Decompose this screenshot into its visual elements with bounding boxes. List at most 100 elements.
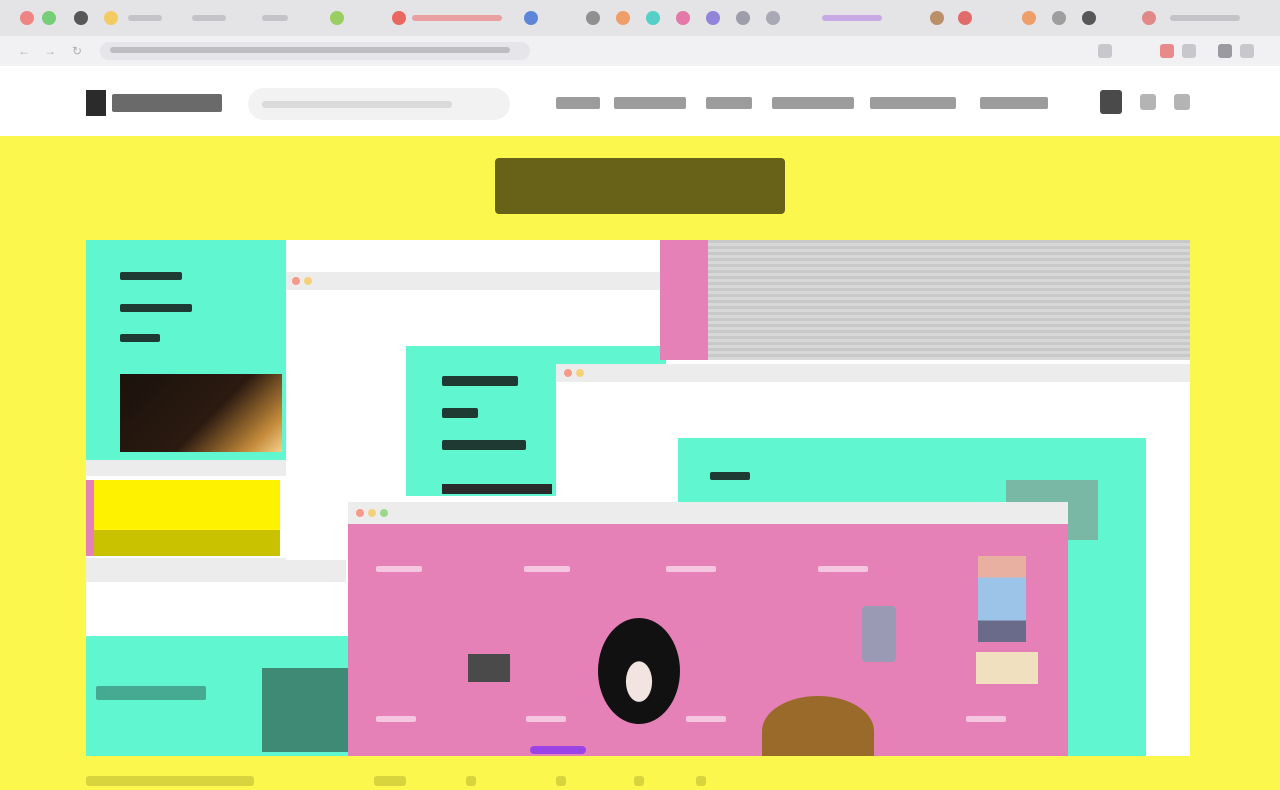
collage-menu-item	[966, 716, 1006, 722]
cart-icon[interactable]	[1100, 90, 1122, 114]
tab-favicon[interactable]	[392, 11, 406, 25]
collage-menu-item	[524, 566, 570, 572]
collage-panel-yellow	[92, 480, 280, 530]
collage-photo	[976, 652, 1038, 684]
close-window-icon[interactable]	[356, 509, 364, 517]
minimize-window-icon[interactable]	[576, 369, 584, 377]
tab-title[interactable]	[128, 15, 162, 21]
logo-mark-icon[interactable]	[86, 90, 106, 116]
browser-menu-icon[interactable]	[1240, 44, 1254, 58]
tab-title[interactable]	[1170, 15, 1240, 21]
tab-favicon[interactable]	[524, 11, 538, 25]
tab-favicon[interactable]	[1022, 11, 1036, 25]
tab-favicon[interactable]	[42, 11, 56, 25]
tab-favicon[interactable]	[1142, 11, 1156, 25]
tab-favicon[interactable]	[930, 11, 944, 25]
banner-heading	[495, 158, 785, 214]
tab-favicon[interactable]	[74, 11, 88, 25]
collage-menu-item	[376, 566, 422, 572]
collage-panel-olive	[92, 530, 280, 556]
user-icon[interactable]	[1140, 94, 1156, 110]
collage-photo	[978, 556, 1026, 642]
search-placeholder	[262, 101, 452, 108]
window-titlebar	[348, 502, 1068, 524]
tab-title[interactable]	[822, 15, 882, 21]
collage-accent-bar	[530, 746, 586, 754]
tab-favicon[interactable]	[330, 11, 344, 25]
tab-title[interactable]	[412, 15, 502, 21]
collage-photo	[862, 606, 896, 662]
nav-link[interactable]	[556, 97, 600, 109]
collage-menu-item	[818, 566, 868, 572]
minimize-window-icon[interactable]	[304, 277, 312, 285]
close-window-icon[interactable]	[292, 277, 300, 285]
tab-favicon[interactable]	[958, 11, 972, 25]
collage-panel-accent	[86, 480, 94, 556]
collage-text	[442, 408, 478, 418]
nav-link[interactable]	[614, 97, 686, 109]
tab-favicon[interactable]	[1052, 11, 1066, 25]
collage-text	[120, 334, 160, 342]
collage-menu-item	[686, 716, 726, 722]
tab-favicon[interactable]	[1082, 11, 1096, 25]
address-bar-url	[110, 47, 510, 53]
window-titlebar	[86, 460, 286, 476]
collage-article-text	[708, 240, 1190, 360]
forward-arrow-icon[interactable]: →	[44, 45, 56, 57]
window-titlebar	[556, 364, 1190, 382]
collage-photo	[262, 668, 352, 752]
collage-text	[442, 440, 526, 450]
tab-favicon[interactable]	[20, 11, 34, 25]
nav-link[interactable]	[772, 97, 854, 109]
extension-icon[interactable]	[1182, 44, 1196, 58]
tab-favicon[interactable]	[646, 11, 660, 25]
reload-icon[interactable]: ↻	[72, 45, 84, 57]
menu-icon[interactable]	[1174, 94, 1190, 110]
tab-title[interactable]	[192, 15, 226, 21]
collage-text	[120, 304, 192, 312]
collage-text	[120, 272, 182, 280]
caption-text	[86, 776, 254, 786]
collage-photo	[762, 696, 874, 756]
window-titlebar	[286, 272, 666, 290]
minimize-window-icon[interactable]	[368, 509, 376, 517]
maximize-window-icon[interactable]	[380, 509, 388, 517]
close-window-icon[interactable]	[564, 369, 572, 377]
tab-title[interactable]	[262, 15, 288, 21]
collage-photo	[468, 654, 510, 682]
collage-menu-item	[666, 566, 716, 572]
tab-favicon[interactable]	[676, 11, 690, 25]
extension-icon[interactable]	[1160, 44, 1174, 58]
collage-menu-item	[526, 716, 566, 722]
caption-text	[466, 776, 476, 786]
editorial-collage[interactable]	[86, 240, 1190, 756]
collage-panel-pink	[660, 240, 708, 360]
collage-text	[710, 472, 750, 480]
window-body	[86, 582, 346, 636]
tab-favicon[interactable]	[616, 11, 630, 25]
window-titlebar	[86, 558, 346, 582]
collage-button	[442, 484, 552, 494]
tab-favicon[interactable]	[736, 11, 750, 25]
caption-text	[556, 776, 566, 786]
caption-text	[696, 776, 706, 786]
site-logo-wordmark[interactable]	[112, 94, 222, 112]
bookmark-star-icon[interactable]	[1098, 44, 1112, 58]
profile-icon[interactable]	[1218, 44, 1232, 58]
caption-text	[374, 776, 406, 786]
collage-photo-portrait	[598, 618, 680, 724]
tab-favicon[interactable]	[104, 11, 118, 25]
browser-tab-strip	[0, 0, 1280, 36]
tab-favicon[interactable]	[766, 11, 780, 25]
nav-link[interactable]	[706, 97, 752, 109]
tab-favicon[interactable]	[586, 11, 600, 25]
nav-link[interactable]	[870, 97, 956, 109]
nav-link[interactable]	[980, 97, 1048, 109]
collage-menu-item	[376, 716, 416, 722]
collage-photo	[120, 374, 282, 452]
caption-text	[634, 776, 644, 786]
back-arrow-icon[interactable]: ←	[18, 45, 30, 57]
tab-favicon[interactable]	[706, 11, 720, 25]
collage-text	[96, 686, 206, 700]
collage-text	[442, 376, 518, 386]
